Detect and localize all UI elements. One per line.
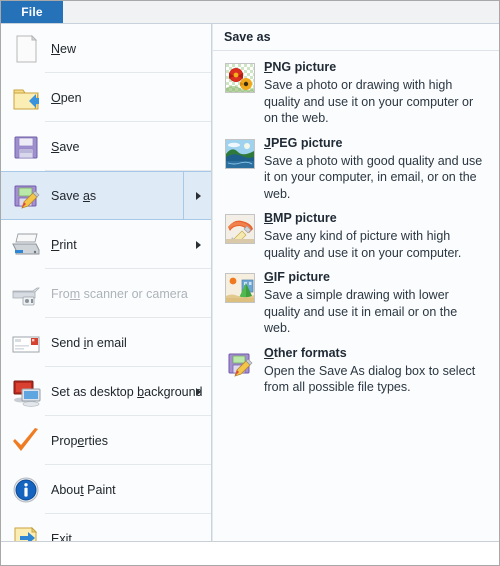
chevron-right-icon [196, 191, 201, 200]
save-as-option-other-formats[interactable]: Other formats Open the Save As dialog bo… [213, 346, 499, 405]
menu-item-set-as-desktop-background-label: Set as desktop background [51, 384, 203, 399]
file-menu-commands-pane: New Open Save Save as Print From scanner… [1, 24, 212, 553]
menu-item-send-in-email-label: Send in email [51, 335, 127, 350]
menu-item-properties[interactable]: Properties [1, 416, 211, 465]
save-as-option-jpeg-title: JPEG picture [264, 135, 343, 150]
menu-item-save[interactable]: Save [1, 122, 211, 171]
menu-item-open[interactable]: Open [1, 73, 211, 122]
submenu-divider [183, 172, 184, 219]
save-as-option-png[interactable]: PNG picture Save a photo or drawing with… [213, 60, 499, 136]
menu-item-print[interactable]: Print [1, 220, 211, 269]
save-as-format-list: PNG picture Save a photo or drawing with… [213, 51, 499, 405]
menu-item-properties-label: Properties [51, 433, 108, 448]
menu-item-about-paint[interactable]: About Paint [1, 465, 211, 514]
save-as-option-bmp-title: BMP picture [264, 211, 337, 225]
new-document-icon [9, 32, 43, 66]
save-as-option-other-formats-text: Other formats Open the Save As dialog bo… [264, 346, 485, 396]
orange-checkmark-icon [9, 424, 43, 458]
printer-icon [9, 228, 43, 262]
save-as-option-gif-title: GIF picture [264, 270, 330, 284]
floppy-pencil-icon [225, 349, 255, 379]
menu-item-set-as-desktop-background[interactable]: Set as desktop background [1, 367, 211, 416]
save-as-option-bmp-description: Save any kind of picture with high quali… [264, 229, 462, 260]
window-bottom-strip [1, 541, 499, 565]
save-as-option-png-description: Save a photo or drawing with high qualit… [264, 78, 474, 125]
floppy-pencil-icon [9, 179, 43, 213]
gif-drawing-icon [225, 273, 255, 303]
envelope-icon [9, 326, 43, 360]
bmp-paint-icon [225, 214, 255, 244]
menu-item-save-label: Save [51, 139, 80, 154]
menu-item-from-scanner-or-camera[interactable]: From scanner or camera [1, 269, 211, 318]
menu-item-new[interactable]: New [1, 24, 211, 73]
save-as-option-bmp-text: BMP picture Save any kind of picture wit… [264, 211, 485, 261]
menu-item-print-label: Print [51, 237, 77, 252]
save-as-option-other-formats-description: Open the Save As dialog box to select fr… [264, 363, 476, 395]
save-as-option-bmp[interactable]: BMP picture Save any kind of picture wit… [213, 211, 499, 270]
floppy-disk-icon [9, 130, 43, 164]
file-menu-body: New Open Save Save as Print From scanner… [1, 24, 499, 553]
tab-file[interactable]: File [1, 1, 63, 23]
tab-file-label: File [21, 5, 43, 19]
save-as-option-gif-description: Save a simple drawing with lower quality… [264, 288, 458, 335]
open-folder-icon [9, 81, 43, 115]
jpeg-landscape-icon [225, 138, 255, 169]
menu-item-send-in-email[interactable]: Send in email [1, 318, 211, 367]
desktop-monitors-icon [9, 375, 43, 409]
menu-item-save-as-label: Save as [51, 188, 97, 203]
save-as-option-gif[interactable]: GIF picture Save a simple drawing with l… [213, 270, 499, 346]
info-circle-icon [9, 473, 43, 507]
save-as-panel-header: Save as [213, 24, 499, 51]
chevron-right-icon [196, 387, 201, 396]
save-as-option-png-text: PNG picture Save a photo or drawing with… [264, 60, 485, 127]
paint-file-menu-window: File New Open Save Save as Print From sc… [0, 0, 500, 566]
menu-item-new-label: New [51, 41, 77, 56]
save-as-option-jpeg-text: JPEG picture Save a photo with good qual… [264, 136, 485, 203]
save-as-option-jpeg[interactable]: JPEG picture Save a photo with good qual… [213, 136, 499, 212]
menu-item-open-label: Open [51, 90, 82, 105]
save-as-panel-header-label: Save as [224, 30, 271, 44]
save-as-option-png-title: PNG picture [264, 60, 337, 74]
chevron-right-icon [196, 240, 201, 249]
save-as-option-other-formats-title: Other formats [264, 345, 347, 360]
ribbon-tab-strip: File [1, 1, 499, 24]
save-as-option-jpeg-description: Save a photo with good quality and use i… [264, 153, 483, 201]
save-as-option-gif-text: GIF picture Save a simple drawing with l… [264, 270, 485, 337]
menu-item-about-paint-label: About Paint [51, 482, 116, 497]
menu-item-from-scanner-or-camera-label: From scanner or camera [51, 286, 188, 301]
scanner-icon [9, 277, 43, 311]
save-as-submenu-pane: Save as PNG picture Save a photo or draw… [212, 24, 499, 543]
menu-item-save-as[interactable]: Save as [1, 171, 211, 220]
png-flowers-icon [225, 63, 255, 93]
